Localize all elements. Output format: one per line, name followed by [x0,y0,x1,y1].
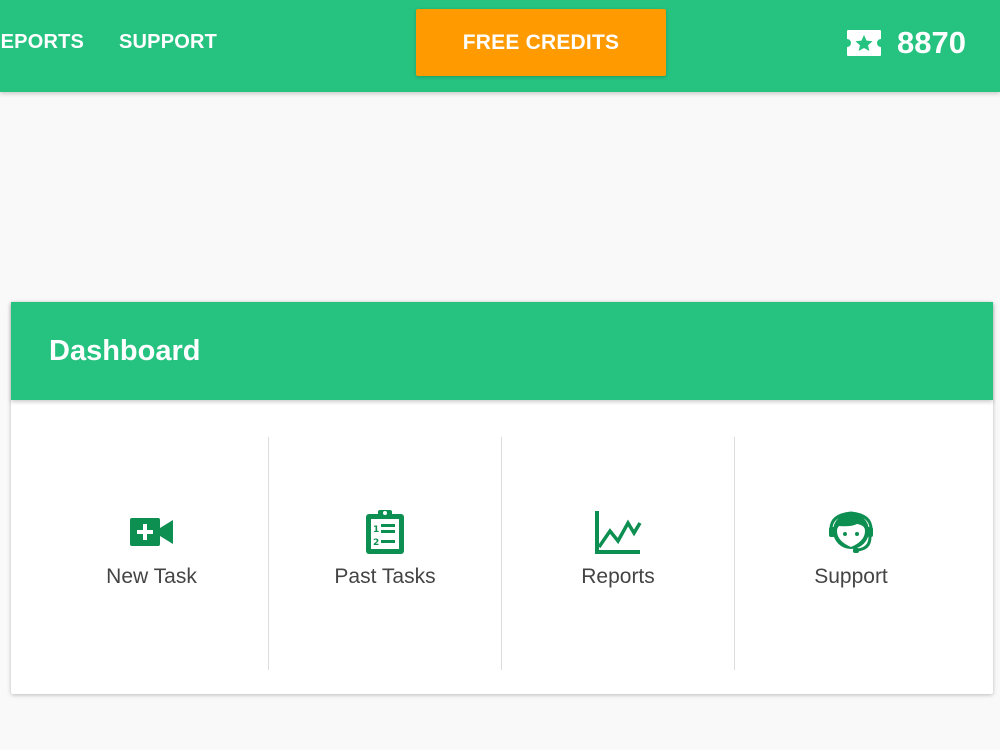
clipboard-list-icon: 1 2 [361,508,409,556]
tile-label: Reports [581,564,655,588]
dashboard-card: Dashboard New Task 1 2 Past Tasks Report… [11,302,993,694]
tile-label: New Task [106,564,197,588]
tile-label: Support [814,564,888,588]
tile-reports[interactable]: Reports [501,437,734,670]
nav-support-link[interactable]: SUPPORT [119,30,217,54]
top-navigation-bar: REPORTS SUPPORT FREE CREDITS 8870 [0,0,1000,92]
nav-reports-link[interactable]: REPORTS [0,30,84,54]
dashboard-header: Dashboard [11,302,993,400]
line-chart-icon [594,508,642,556]
tile-new-task[interactable]: New Task [35,437,268,670]
svg-text:1: 1 [373,525,379,535]
dashboard-tiles: New Task 1 2 Past Tasks Reports Support [35,437,967,670]
credits-balance[interactable]: 8870 [845,22,966,64]
tile-support[interactable]: Support [734,437,967,670]
headset-agent-icon [827,508,875,556]
tile-past-tasks[interactable]: 1 2 Past Tasks [268,437,501,670]
ticket-star-icon [845,28,883,58]
video-add-icon [128,508,176,556]
free-credits-button[interactable]: FREE CREDITS [416,9,666,76]
dashboard-title: Dashboard [49,335,201,367]
tile-label: Past Tasks [334,564,436,588]
svg-text:2: 2 [373,538,379,548]
credits-count: 8870 [897,25,966,60]
